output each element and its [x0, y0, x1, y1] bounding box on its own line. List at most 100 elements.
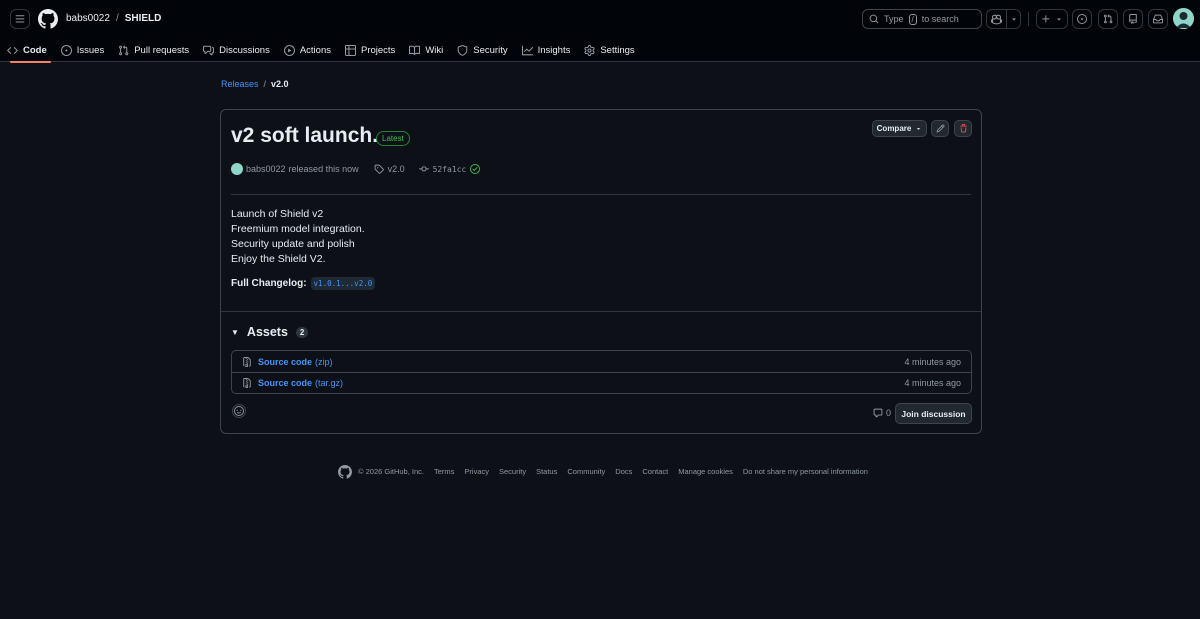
footer-link-do-not-share[interactable]: Do not share my personal information — [743, 467, 868, 476]
tab-actions[interactable]: Actions — [277, 38, 338, 62]
comment-count: 0 — [873, 408, 891, 418]
search-placeholder-suffix: to search — [921, 14, 959, 24]
footer: © 2026 GitHub, Inc. Terms Privacy Securi… — [338, 464, 878, 479]
repo-link[interactable]: SHIELD — [125, 13, 162, 24]
pull-requests-button[interactable] — [1098, 9, 1118, 29]
file-zip-icon — [243, 378, 251, 388]
tab-label: Projects — [360, 44, 396, 56]
breadcrumb-separator: / — [263, 79, 267, 89]
tab-projects[interactable]: Projects — [338, 38, 402, 62]
user-avatar[interactable] — [1173, 8, 1194, 29]
tag-label: v2.0 — [387, 164, 405, 174]
tab-label: Security — [473, 44, 508, 56]
git-pull-request-icon — [1103, 14, 1113, 24]
context-separator: / — [115, 13, 119, 24]
tab-label: Actions — [299, 44, 331, 56]
delete-release-button[interactable] — [954, 120, 972, 137]
footer-link-status[interactable]: Status — [536, 467, 557, 476]
pull-request-icon — [119, 44, 129, 55]
compare-button[interactable]: Compare — [872, 120, 927, 137]
asset-timestamp: 4 minutes ago — [904, 378, 961, 388]
issue-opened-icon — [1077, 14, 1087, 24]
caret-down-icon — [917, 128, 921, 130]
tab-wiki[interactable]: Wiki — [402, 38, 450, 62]
smiley-icon — [234, 406, 244, 416]
tab-code[interactable]: Code — [0, 38, 54, 63]
repo-icon — [1129, 14, 1137, 24]
github-logo-icon[interactable] — [338, 464, 352, 479]
footer-link-community[interactable]: Community — [567, 467, 605, 476]
copilot-button[interactable] — [987, 10, 1006, 28]
asset-extension[interactable]: (tar.gz) — [315, 378, 343, 388]
release-card: v2 soft launch. Latest Compare babs0022 … — [220, 109, 982, 434]
breadcrumb-releases-link[interactable]: Releases — [221, 79, 259, 89]
add-reaction-button[interactable] — [232, 404, 246, 418]
footer-link-privacy[interactable]: Privacy — [464, 467, 489, 476]
tab-security[interactable]: Security — [450, 38, 514, 62]
check-circle-icon — [470, 164, 481, 174]
changelog-compare-link[interactable]: v1.0.1...v2.0 — [310, 277, 376, 290]
repositories-button[interactable] — [1123, 9, 1143, 29]
hamburger-icon — [15, 15, 25, 23]
file-zip-icon — [243, 356, 251, 367]
book-icon — [409, 45, 421, 55]
github-logo-icon[interactable] — [38, 9, 58, 29]
edit-release-button[interactable] — [931, 120, 949, 137]
assets-toggle[interactable]: ▼ Assets 2 — [231, 325, 309, 339]
tab-label: Wiki — [425, 44, 444, 56]
issues-button[interactable] — [1072, 9, 1092, 29]
author-avatar[interactable] — [231, 163, 243, 175]
copilot-dropdown-button[interactable] — [1006, 10, 1020, 28]
tab-insights[interactable]: Insights — [515, 38, 578, 62]
toolbar-divider — [1028, 12, 1029, 26]
table-icon — [344, 44, 356, 56]
asset-link[interactable]: Source code — [258, 357, 312, 367]
discussion-icon — [203, 45, 215, 55]
asset-extension[interactable]: (zip) — [315, 357, 333, 367]
footer-link-security[interactable]: Security — [499, 467, 526, 476]
shield-icon — [457, 44, 468, 56]
tab-issues[interactable]: Issues — [54, 38, 111, 62]
breadcrumb: Releases / v2.0 — [221, 79, 289, 89]
top-bar: babs0022 / SHIELD Type / to search — [0, 0, 1200, 38]
pencil-icon — [936, 124, 944, 133]
changelog-label: Full Changelog: — [231, 278, 307, 289]
comment-icon — [873, 408, 883, 418]
git-commit-icon — [418, 166, 429, 172]
graph-icon — [521, 45, 533, 55]
release-meta: babs0022 released this now v2.0 52fa1cc — [231, 162, 481, 176]
search-input[interactable]: Type / to search — [862, 9, 982, 29]
plus-icon — [1042, 15, 1050, 23]
tab-discussions[interactable]: Discussions — [196, 38, 277, 62]
divider — [221, 311, 981, 312]
join-discussion-button[interactable]: Join discussion — [895, 403, 972, 424]
asset-link[interactable]: Source code — [258, 378, 312, 388]
breadcrumb-current: v2.0 — [271, 79, 289, 89]
tab-label: Issues — [76, 44, 105, 56]
commit-link[interactable]: 52fa1cc — [418, 164, 481, 174]
footer-link-contact[interactable]: Contact — [642, 467, 668, 476]
footer-link-terms[interactable]: Terms — [434, 467, 454, 476]
menu-button[interactable] — [10, 9, 30, 29]
tab-pull-requests[interactable]: Pull requests — [111, 38, 196, 62]
trash-icon — [959, 124, 967, 133]
footer-link-docs[interactable]: Docs — [615, 467, 632, 476]
owner-link[interactable]: babs0022 — [66, 13, 110, 24]
release-note-line: Launch of Shield v2 — [231, 208, 324, 220]
notifications-button[interactable] — [1148, 9, 1168, 29]
author-link[interactable]: babs0022 — [246, 164, 286, 174]
tab-label: Discussions — [219, 44, 270, 56]
search-shortcut-key: / — [908, 13, 917, 25]
full-changelog: Full Changelog: v1.0.1...v2.0 — [231, 277, 376, 290]
release-notes: Launch of Shield v2 Freemium model integ… — [231, 207, 365, 267]
divider — [231, 194, 971, 195]
footer-link-manage-cookies[interactable]: Manage cookies — [678, 467, 733, 476]
released-text: released this now — [288, 164, 359, 174]
search-placeholder-label: Type — [884, 14, 904, 24]
play-icon — [283, 44, 295, 56]
release-tag-link[interactable]: v2.0 — [374, 164, 405, 174]
tab-settings[interactable]: Settings — [577, 38, 641, 62]
create-new-button[interactable] — [1036, 9, 1068, 29]
tab-label: Settings — [600, 44, 635, 56]
release-note-line: Enjoy the Shield V2. — [231, 253, 326, 265]
